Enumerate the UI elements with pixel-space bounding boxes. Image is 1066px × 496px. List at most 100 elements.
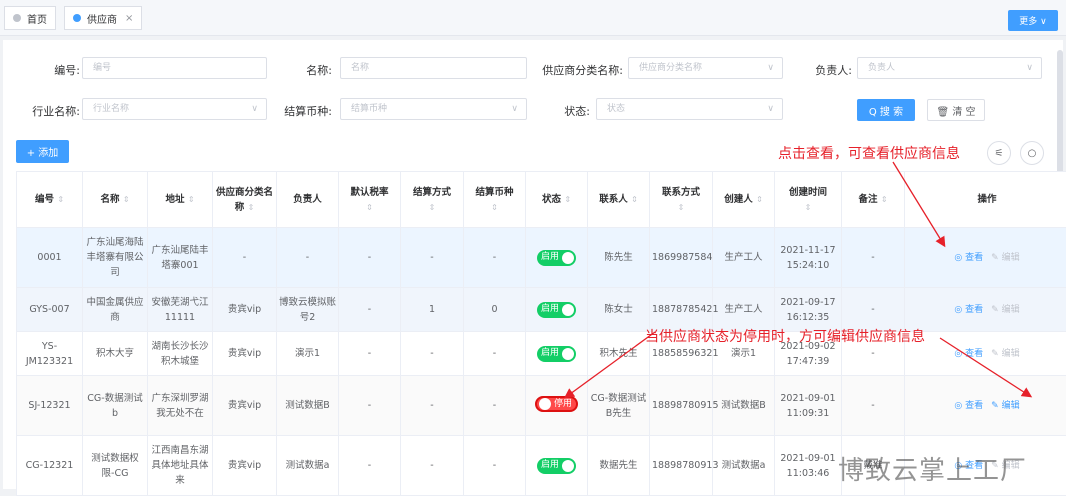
watermark-text: 博致云掌上工厂 <box>838 450 1027 487</box>
col-header[interactable]: 结算币种⇕ <box>464 172 526 228</box>
edit-link[interactable]: ✎ 编辑 <box>991 401 1019 411</box>
cell-cat: 贵宾vip <box>213 376 277 436</box>
add-button[interactable]: + 添加 <box>16 140 69 163</box>
col-header[interactable]: 编号 ⇕ <box>17 172 83 228</box>
cell-owner: 测试数据B <box>277 376 339 436</box>
edit-link[interactable]: ✎ 编辑 <box>991 253 1019 263</box>
owner-select[interactable]: 负责人∨ <box>857 57 1042 79</box>
status-select[interactable]: 状态∨ <box>596 98 783 120</box>
cell-status: 启用 <box>526 332 588 376</box>
sort-icon: ⇕ <box>366 203 373 212</box>
cell-code: CG-12321 <box>17 436 83 496</box>
status-toggle[interactable]: 启用 <box>537 250 576 266</box>
tab-home[interactable]: 首页 <box>4 6 56 30</box>
col-header[interactable]: 创建时间⇕ <box>775 172 842 228</box>
clear-button[interactable]: 🗑 清 空 <box>927 99 985 121</box>
currency-label: 结算币种: <box>270 103 332 119</box>
view-link[interactable]: ◎ 查看 <box>954 305 983 315</box>
cell-ops: ◎ 查看 ✎ 编辑 <box>905 228 1066 288</box>
col-header[interactable]: 备注 ⇕ <box>842 172 905 228</box>
cell-settle: - <box>401 228 464 288</box>
cell-cur: 0 <box>464 288 526 332</box>
industry-select[interactable]: 行业名称∨ <box>82 98 267 120</box>
category-placeholder: 供应商分类名称 <box>639 63 702 73</box>
cell-contact: 陈女士 <box>588 288 650 332</box>
cell-creator: 生产工人 <box>713 288 775 332</box>
sort-icon: ⇕ <box>678 203 685 212</box>
category-label: 供应商分类名称: <box>535 62 623 78</box>
cell-creator: 生产工人 <box>713 228 775 288</box>
cell-name: 广东汕尾海陆丰塔寨有限公司 <box>83 228 148 288</box>
sort-icon: ⇕ <box>491 203 498 212</box>
col-header: 负责人 <box>277 172 339 228</box>
cell-code: SJ-12321 <box>17 376 83 436</box>
table-row[interactable]: SJ-12321 CG-数据测试b 广东深圳罗湖我无处不在 贵宾vip 测试数据… <box>17 376 1066 436</box>
edit-link[interactable]: ✎ 编辑 <box>991 349 1019 359</box>
table-row[interactable]: GYS-007 中国金属供应商 安徽芜湖弋江11111 贵宾vip 博致云模拟账… <box>17 288 1066 332</box>
filter-columns-icon[interactable]: ⚟ <box>987 141 1011 165</box>
cell-phone: 1869987584 <box>650 228 713 288</box>
cell-contact: 数据先生 <box>588 436 650 496</box>
cell-addr: 广东汕尾陆丰塔寨001 <box>148 228 213 288</box>
cell-ops: ◎ 查看 ✎ 编辑 <box>905 376 1066 436</box>
sort-icon: ⇕ <box>631 195 638 204</box>
edit-link[interactable]: ✎ 编辑 <box>991 305 1019 315</box>
sort-icon: ⇕ <box>123 195 130 204</box>
cell-ops: ◎ 查看 ✎ 编辑 <box>905 332 1066 376</box>
name-input[interactable]: 名称 <box>340 57 527 79</box>
view-link[interactable]: ◎ 查看 <box>954 349 983 359</box>
search-button[interactable]: Q 搜 索 <box>857 99 915 121</box>
cell-tax: - <box>339 436 401 496</box>
view-link[interactable]: ◎ 查看 <box>954 253 983 263</box>
cell-phone: 18898780913 <box>650 436 713 496</box>
cell-addr: 江西南昌东湖具体地址具体来 <box>148 436 213 496</box>
name-label: 名称: <box>280 62 332 78</box>
sort-icon: ⇕ <box>248 203 255 212</box>
col-header[interactable]: 创建人 ⇕ <box>713 172 775 228</box>
col-header[interactable]: 结算方式⇕ <box>401 172 464 228</box>
view-link[interactable]: ◎ 查看 <box>954 401 983 411</box>
currency-select[interactable]: 结算币种∨ <box>340 98 527 120</box>
more-button[interactable]: 更多 ∨ <box>1008 10 1058 31</box>
cell-code: 0001 <box>17 228 83 288</box>
col-header[interactable]: 默认税率⇕ <box>339 172 401 228</box>
tab-dot-icon <box>73 14 81 22</box>
status-toggle[interactable]: 启用 <box>537 302 576 318</box>
chevron-down-icon: ∨ <box>767 58 774 78</box>
cell-cur: - <box>464 376 526 436</box>
category-select[interactable]: 供应商分类名称 ∨ <box>628 57 783 79</box>
status-placeholder: 状态 <box>607 104 625 114</box>
col-header[interactable]: 状态 ⇕ <box>526 172 588 228</box>
cell-cat: - <box>213 228 277 288</box>
code-label: 编号: <box>30 62 80 78</box>
status-toggle[interactable]: 启用 <box>537 346 576 362</box>
cell-status: 启用 <box>526 436 588 496</box>
col-header[interactable]: 联系方式⇕ <box>650 172 713 228</box>
close-icon[interactable]: × <box>125 13 133 24</box>
cell-settle: 1 <box>401 288 464 332</box>
cell-addr: 安徽芜湖弋江11111 <box>148 288 213 332</box>
cell-contact: CG-数据测试B先生 <box>588 376 650 436</box>
code-input[interactable]: 编号 <box>82 57 267 79</box>
col-header[interactable]: 联系人 ⇕ <box>588 172 650 228</box>
cell-status: 启用 <box>526 288 588 332</box>
sort-icon: ⇕ <box>564 195 571 204</box>
cell-phone: 18898780915 <box>650 376 713 436</box>
status-toggle[interactable]: 停用 <box>535 396 578 412</box>
owner-placeholder: 负责人 <box>868 63 895 73</box>
cell-cat: 贵宾vip <box>213 436 277 496</box>
search-toggle-icon[interactable]: ○ <box>1020 141 1044 165</box>
cell-remark: - <box>842 376 905 436</box>
tab-supplier[interactable]: 供应商 × <box>64 6 142 30</box>
cell-creator: 测试数据B <box>713 376 775 436</box>
status-toggle[interactable]: 启用 <box>537 458 576 474</box>
col-header[interactable]: 供应商分类名称 ⇕ <box>213 172 277 228</box>
cell-name: 中国金属供应商 <box>83 288 148 332</box>
table-row[interactable]: 0001 广东汕尾海陆丰塔寨有限公司 广东汕尾陆丰塔寨001 - - - - -… <box>17 228 1066 288</box>
cell-tax: - <box>339 332 401 376</box>
sort-icon: ⇕ <box>756 195 763 204</box>
col-header[interactable]: 地址 ⇕ <box>148 172 213 228</box>
cell-tax: - <box>339 228 401 288</box>
cell-code: GYS-007 <box>17 288 83 332</box>
col-header[interactable]: 名称 ⇕ <box>83 172 148 228</box>
